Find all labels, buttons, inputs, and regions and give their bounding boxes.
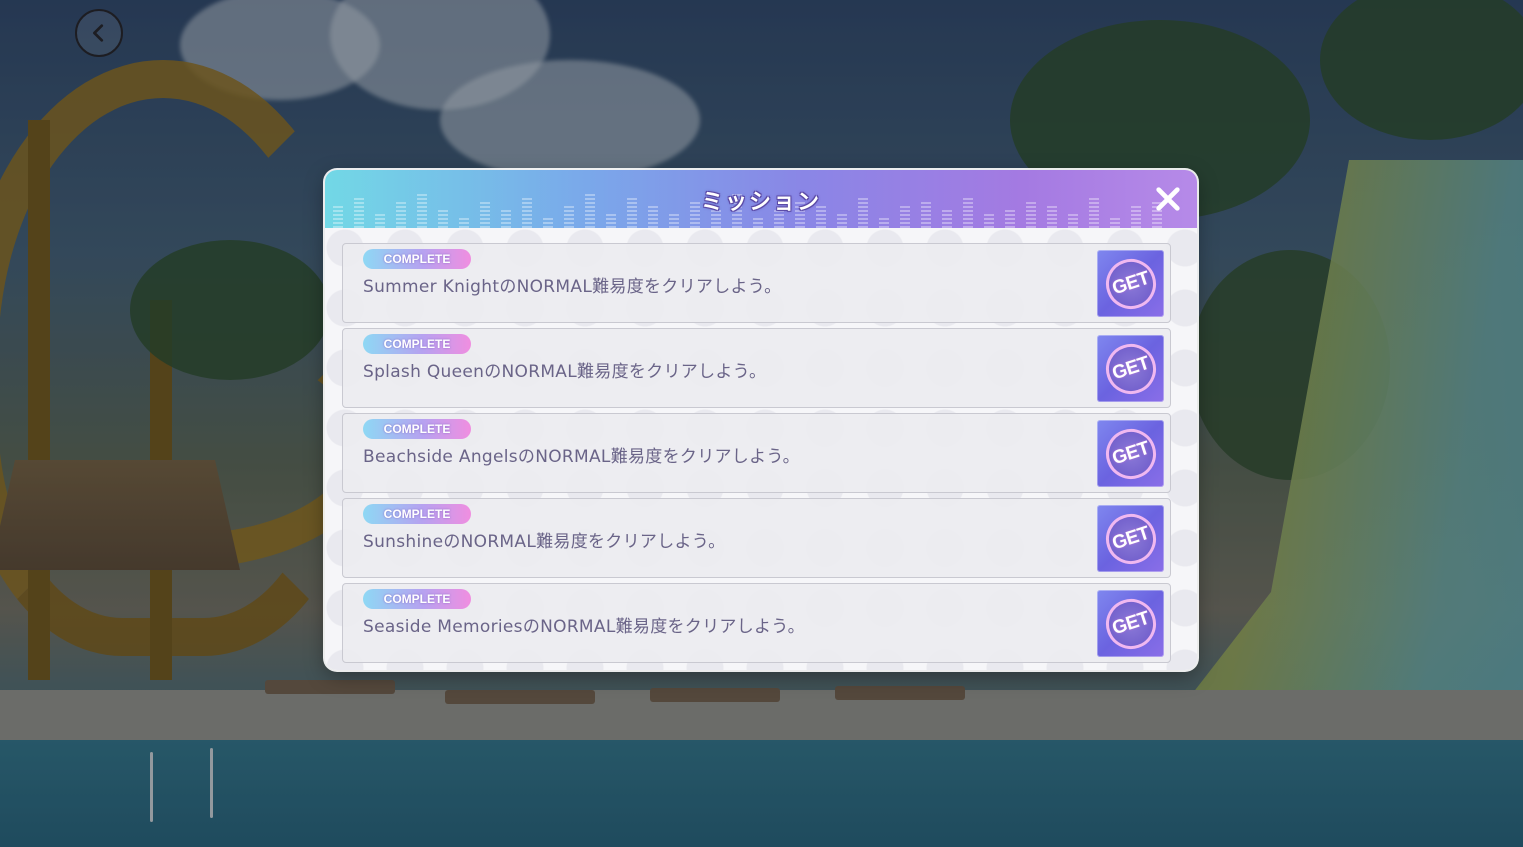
get-reward-icon: GET (1098, 421, 1163, 486)
close-icon (1156, 187, 1180, 211)
equalizer-bar (375, 214, 385, 228)
mission-description: Beachside AngelsのNORMAL難易度をクリアしよう。 (363, 447, 800, 467)
equalizer-bar (879, 216, 889, 228)
close-button[interactable] (1153, 184, 1183, 214)
chevron-left-icon (93, 24, 104, 42)
mission-item: COMPLETE Beachside AngelsのNORMAL難易度をクリアし… (342, 413, 1171, 493)
mission-list: COMPLETE Summer KnightのNORMAL難易度をクリアしよう。… (342, 243, 1171, 668)
get-label: GET (1109, 607, 1152, 639)
get-reward-icon: GET (1098, 336, 1163, 401)
equalizer-bar (753, 218, 763, 228)
mission-item: COMPLETE Seaside MemoriesのNORMAL難易度をクリアし… (342, 583, 1171, 663)
complete-badge: COMPLETE (363, 334, 471, 354)
get-reward-button[interactable]: GET (1097, 250, 1164, 317)
get-label: GET (1109, 352, 1152, 384)
mission-dialog: ミッション COMPLETE Summer KnightのNORMAL難易度をク… (325, 170, 1197, 670)
get-label: GET (1109, 267, 1152, 299)
get-reward-button[interactable]: GET (1097, 420, 1164, 487)
equalizer-bar (459, 218, 469, 228)
mission-item: COMPLETE Splash QueenのNORMAL難易度をクリアしよう。 … (342, 328, 1171, 408)
dialog-header: ミッション (325, 170, 1197, 228)
dialog-title: ミッション (700, 190, 821, 215)
complete-badge: COMPLETE (363, 504, 471, 524)
equalizer-bar (984, 214, 994, 228)
equalizer-bar (669, 214, 679, 228)
equalizer-bar (543, 216, 553, 228)
get-reward-icon: GET (1098, 506, 1163, 571)
game-screen: ミッション COMPLETE Summer KnightのNORMAL難易度をク… (0, 0, 1523, 847)
complete-badge: COMPLETE (363, 419, 471, 439)
mission-description: SunshineのNORMAL難易度をクリアしよう。 (363, 532, 726, 552)
mission-item: COMPLETE SunshineのNORMAL難易度をクリアしよう。 GET (342, 498, 1171, 578)
equalizer-bar (1110, 218, 1120, 228)
get-reward-icon: GET (1098, 251, 1163, 316)
get-label: GET (1109, 437, 1152, 469)
get-reward-icon: GET (1098, 591, 1163, 656)
get-reward-button[interactable]: GET (1097, 505, 1164, 572)
mission-description: Seaside MemoriesのNORMAL難易度をクリアしよう。 (363, 617, 805, 637)
mission-item: COMPLETE Summer KnightのNORMAL難易度をクリアしよう。… (342, 243, 1171, 323)
complete-badge: COMPLETE (363, 589, 471, 609)
get-reward-button[interactable]: GET (1097, 590, 1164, 657)
mission-description: Splash QueenのNORMAL難易度をクリアしよう。 (363, 362, 767, 382)
get-label: GET (1109, 522, 1152, 554)
complete-badge: COMPLETE (363, 249, 471, 269)
back-button[interactable] (75, 9, 123, 57)
get-reward-button[interactable]: GET (1097, 335, 1164, 402)
mission-list-panel[interactable]: COMPLETE Summer KnightのNORMAL難易度をクリアしよう。… (325, 228, 1197, 670)
mission-description: Summer KnightのNORMAL難易度をクリアしよう。 (363, 277, 782, 297)
